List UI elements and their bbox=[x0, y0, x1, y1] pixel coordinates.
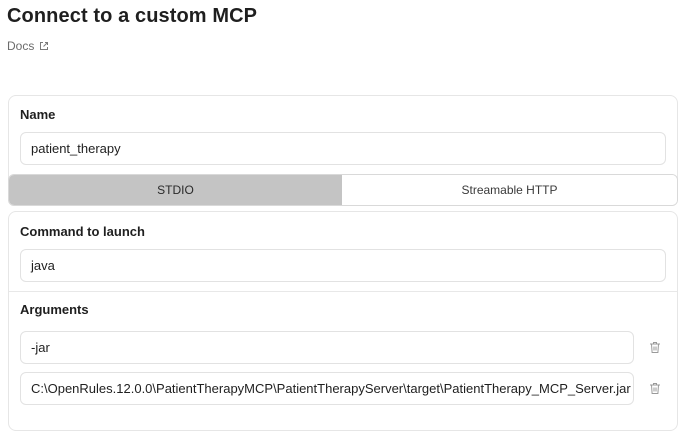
page-title: Connect to a custom MCP bbox=[7, 5, 258, 27]
command-card: Command to launch java Arguments -jar C:… bbox=[8, 211, 678, 431]
name-card: Name patient_therapy STDIO Streamable HT… bbox=[8, 95, 678, 206]
docs-link-label: Docs bbox=[7, 39, 35, 53]
transport-tabs: STDIO Streamable HTTP bbox=[8, 174, 678, 206]
argument-input[interactable]: C:\OpenRules.12.0.0\PatientTherapyMCP\Pa… bbox=[20, 372, 634, 405]
command-label: Command to launch bbox=[20, 224, 145, 239]
argument-row: C:\OpenRules.12.0.0\PatientTherapyMCP\Pa… bbox=[20, 372, 670, 405]
docs-link[interactable]: Docs bbox=[7, 39, 49, 53]
argument-row: -jar bbox=[20, 331, 670, 364]
section-divider bbox=[9, 291, 677, 292]
name-label: Name bbox=[20, 107, 56, 122]
tab-streamable-http[interactable]: Streamable HTTP bbox=[342, 175, 677, 205]
tab-stdio[interactable]: STDIO bbox=[9, 175, 342, 205]
arguments-label: Arguments bbox=[20, 302, 89, 317]
trash-icon[interactable] bbox=[648, 340, 662, 354]
argument-input[interactable]: -jar bbox=[20, 331, 634, 364]
command-input[interactable]: java bbox=[20, 249, 666, 282]
trash-icon[interactable] bbox=[648, 381, 662, 395]
external-link-icon bbox=[39, 41, 49, 51]
name-input[interactable]: patient_therapy bbox=[20, 132, 666, 165]
